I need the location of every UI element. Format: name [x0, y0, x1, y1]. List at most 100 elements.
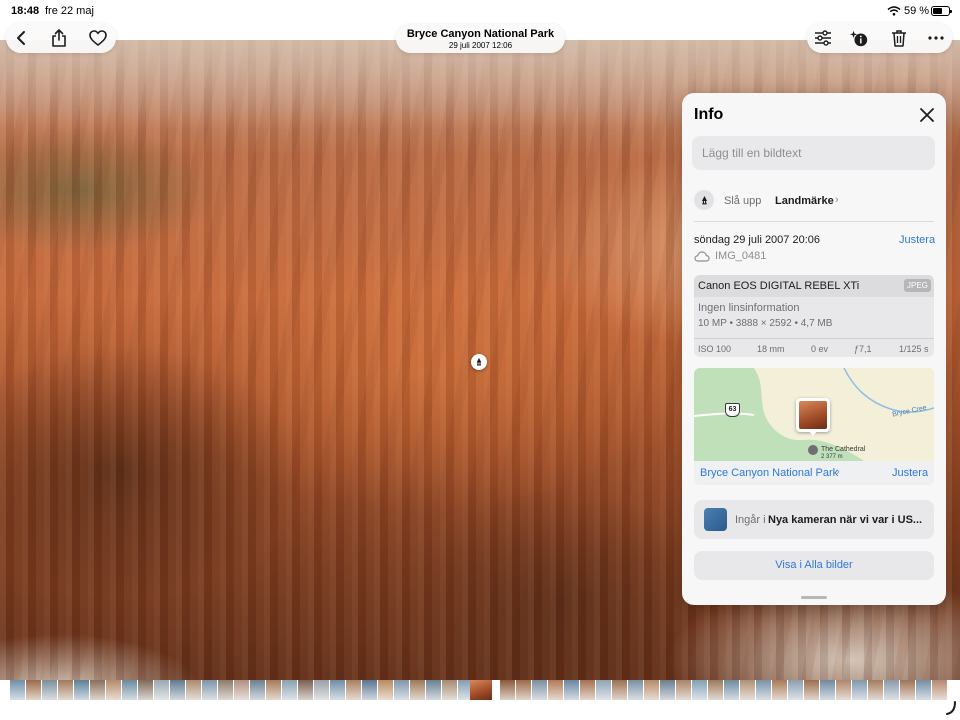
filmstrip-thumbnail[interactable] [154, 680, 169, 700]
file-name: IMG_0481 [715, 250, 767, 262]
panel-title: Info [694, 106, 724, 123]
filmstrip-thumbnail[interactable] [596, 680, 611, 700]
filmstrip-thumbnail[interactable] [932, 680, 947, 700]
filmstrip-thumbnail[interactable] [218, 680, 233, 700]
filmstrip-thumbnail[interactable] [836, 680, 851, 700]
filmstrip-thumbnail[interactable] [346, 680, 361, 700]
filmstrip-thumbnail[interactable] [426, 680, 441, 700]
filmstrip-thumbnail[interactable] [644, 680, 659, 700]
info-button[interactable] [849, 28, 869, 48]
filmstrip-thumbnail[interactable] [378, 680, 393, 700]
filmstrip-thumbnail[interactable] [516, 680, 531, 700]
filmstrip-thumbnail[interactable] [138, 680, 153, 700]
filmstrip-thumbnail[interactable] [788, 680, 803, 700]
more-button[interactable] [926, 28, 946, 48]
filmstrip-thumbnail[interactable] [298, 680, 313, 700]
rotate-indicator-icon [946, 701, 956, 715]
filmstrip-thumbnail[interactable] [10, 680, 25, 700]
more-icon [928, 36, 944, 40]
filmstrip-thumbnail[interactable] [362, 680, 377, 700]
filmstrip-thumbnail[interactable] [612, 680, 627, 700]
filmstrip-thumbnail[interactable] [804, 680, 819, 700]
filmstrip-thumbnail[interactable] [900, 680, 915, 700]
place-link[interactable]: Bryce Canyon National Park [700, 467, 838, 479]
filmstrip-thumbnail[interactable] [852, 680, 867, 700]
landmark-marker[interactable] [471, 354, 487, 370]
photo-title-pill[interactable]: Bryce Canyon National Park 29 juli 2007 … [396, 24, 565, 53]
landmark-label: Landmärke [775, 195, 834, 207]
filmstrip-thumbnail[interactable] [282, 680, 297, 700]
filmstrip-thumbnail[interactable] [724, 680, 739, 700]
filmstrip-thumbnail[interactable] [820, 680, 835, 700]
edit-button[interactable] [813, 28, 833, 48]
landmark-glyph [701, 195, 707, 204]
info-panel: Info Slå upp Landmärke › söndag 29 juli … [682, 93, 946, 605]
status-bar: 18:48 fre 22 maj 59 % [0, 0, 960, 24]
back-button[interactable] [11, 28, 31, 48]
location-map-card[interactable]: 63 Bryce Cree The Cathedral 2 377 m Bryc… [694, 368, 934, 485]
info-sparkle-icon [849, 30, 868, 47]
filmstrip-thumbnail[interactable] [660, 680, 675, 700]
filmstrip-thumbnail[interactable] [916, 680, 931, 700]
filmstrip-thumbnail[interactable] [628, 680, 643, 700]
map-footer: Bryce Canyon National Park › Justera [694, 461, 934, 485]
filmstrip-thumbnail[interactable] [170, 680, 185, 700]
favorite-button[interactable] [88, 28, 108, 48]
show-in-all-photos-button[interactable]: Visa i Alla bilder [694, 551, 934, 580]
filmstrip[interactable] [0, 680, 960, 720]
share-button[interactable] [49, 28, 69, 48]
adjust-date-button[interactable]: Justera [899, 234, 935, 246]
adjust-location-button[interactable]: Justera [892, 467, 928, 479]
filmstrip-thumbnail[interactable] [314, 680, 329, 700]
filmstrip-thumbnail[interactable] [202, 680, 217, 700]
album-row[interactable]: Ingår i Nya kameran när vi var i US... [694, 500, 934, 539]
filmstrip-thumbnail[interactable] [122, 680, 137, 700]
filmstrip-thumbnail[interactable] [868, 680, 883, 700]
filmstrip-thumbnail[interactable] [330, 680, 345, 700]
filmstrip-thumbnail[interactable] [532, 680, 547, 700]
chevron-right-icon: › [836, 466, 840, 478]
close-button[interactable] [919, 107, 935, 123]
filmstrip-thumbnail[interactable] [394, 680, 409, 700]
photo-location-pin[interactable] [796, 398, 830, 436]
filmstrip-thumbnail[interactable] [90, 680, 105, 700]
filmstrip-thumbnail[interactable] [42, 680, 57, 700]
filmstrip-thumbnail[interactable] [58, 680, 73, 700]
camera-model: Canon EOS DIGITAL REBEL XTi [698, 280, 860, 292]
exif-focal-length: 18 mm [757, 344, 785, 354]
filmstrip-thumbnail[interactable] [564, 680, 579, 700]
close-icon [920, 108, 934, 122]
poi-icon [808, 445, 818, 455]
filmstrip-thumbnail[interactable] [186, 680, 201, 700]
caption-input[interactable] [692, 136, 935, 170]
map-view[interactable]: 63 Bryce Cree The Cathedral 2 377 m [694, 368, 934, 461]
filmstrip-thumbnail[interactable] [74, 680, 89, 700]
filmstrip-thumbnail[interactable] [500, 680, 515, 700]
filmstrip-thumbnail[interactable] [692, 680, 707, 700]
landmark-lookup-row[interactable]: Slå upp Landmärke › [694, 190, 934, 212]
panel-grabber[interactable] [801, 596, 827, 599]
filmstrip-thumbnail[interactable] [266, 680, 281, 700]
route-shield: 63 [725, 403, 740, 417]
delete-button[interactable] [889, 28, 909, 48]
filmstrip-thumbnail[interactable] [26, 680, 41, 700]
photo-date-time: söndag 29 juli 2007 20:06 [694, 234, 820, 246]
filmstrip-thumbnail[interactable] [740, 680, 755, 700]
album-thumbnail [704, 508, 727, 531]
filmstrip-thumbnail[interactable] [756, 680, 771, 700]
exif-shutter: 1/125 s [899, 344, 929, 354]
filmstrip-thumbnail[interactable] [580, 680, 595, 700]
filmstrip-thumbnail[interactable] [410, 680, 425, 700]
filmstrip-thumbnail[interactable] [250, 680, 265, 700]
filmstrip-thumbnail[interactable] [772, 680, 787, 700]
landmark-prefix: Slå upp [724, 195, 762, 207]
adjust-sliders-icon [815, 30, 831, 46]
filmstrip-thumbnail[interactable] [676, 680, 691, 700]
filmstrip-thumbnail[interactable] [442, 680, 457, 700]
filmstrip-thumbnail[interactable] [234, 680, 249, 700]
filmstrip-thumbnail[interactable] [106, 680, 121, 700]
filmstrip-thumbnail[interactable] [548, 680, 563, 700]
filmstrip-thumbnail[interactable] [708, 680, 723, 700]
filmstrip-thumbnail[interactable] [884, 680, 899, 700]
current-thumbnail[interactable] [470, 680, 492, 700]
